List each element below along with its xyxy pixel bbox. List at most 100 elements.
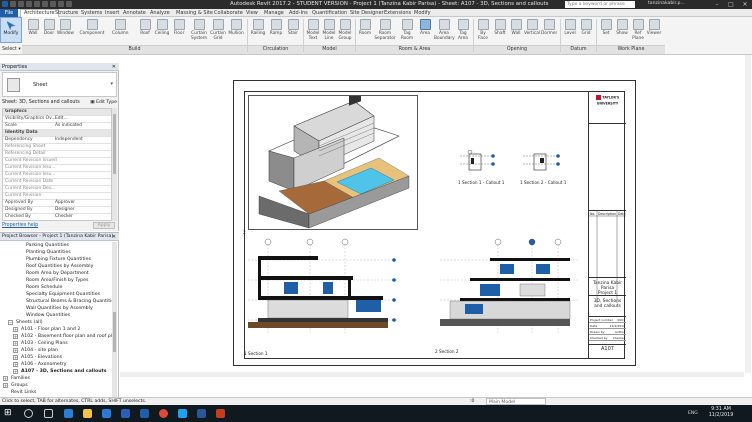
save-icon[interactable] [18, 1, 24, 7]
minimize-icon[interactable]: – [710, 0, 724, 9]
browser-item[interactable]: + A105 - Elevations [0, 354, 112, 361]
browser-item[interactable]: − Sheets (all) [0, 319, 112, 326]
property-row[interactable]: Current Revision Issu... [3, 165, 111, 172]
model-selector[interactable]: Main Model [486, 398, 546, 405]
tab-annotate[interactable]: Annotate [123, 10, 146, 16]
user-account[interactable]: tanzinakabir.p... [648, 1, 685, 6]
browser-item[interactable]: + A107 - 3D, Sections and callouts [0, 368, 112, 375]
browser-item[interactable]: Structural Beams & Bracing Quantities [0, 298, 112, 305]
expand-icon[interactable]: + [13, 362, 18, 367]
ramp-button[interactable]: Ramp [268, 19, 284, 36]
powerpoint-icon[interactable] [216, 409, 225, 418]
property-row[interactable]: Checked By Checker [3, 214, 111, 220]
door-button[interactable]: Door [41, 19, 57, 36]
browser-item[interactable]: + A104 - site plan [0, 347, 112, 354]
room-separator-button[interactable]: Room Separator [374, 19, 396, 41]
collapse-icon[interactable]: − [8, 320, 13, 325]
close-icon[interactable]: ✕ [112, 233, 116, 241]
property-value[interactable]: Designer [55, 207, 75, 213]
edit-type-button[interactable]: ▣ Edit Type [90, 99, 117, 107]
type-selector[interactable]: Sheet ▾ [2, 72, 117, 97]
3d-view-icon[interactable] [66, 1, 72, 7]
model-group-button[interactable]: Model Group [337, 19, 353, 41]
close-icon[interactable]: ✕ [112, 63, 116, 71]
property-value[interactable]: Checker [55, 214, 73, 220]
property-row[interactable]: Current Revision [3, 193, 111, 200]
browser-item[interactable]: + Families [0, 375, 112, 382]
properties-scrollbar[interactable] [112, 108, 117, 221]
property-row[interactable]: Scale As indicated [3, 123, 111, 130]
quick-access-toolbar[interactable] [2, 1, 82, 8]
browser-item[interactable]: + A103 - Ceiling Plans [0, 340, 112, 347]
level-button[interactable]: Level [562, 19, 578, 36]
property-value[interactable]: As indicated [55, 123, 82, 129]
file-explorer-icon[interactable] [83, 409, 92, 418]
tab-massing-site[interactable]: Massing & Site [176, 10, 213, 16]
show-button[interactable]: Show [614, 19, 630, 36]
browser-item[interactable]: Planting Quantities [0, 249, 112, 256]
store-icon[interactable] [102, 409, 111, 418]
file-menu-button[interactable]: File [0, 9, 18, 17]
clock[interactable]: 9:31 AM 11/2/2019 [705, 407, 737, 419]
expand-icon[interactable]: + [13, 327, 18, 332]
window-button[interactable]: Window [57, 19, 74, 36]
browser-item[interactable]: + A102 - Basement floor plan and roof pla… [0, 333, 112, 340]
edge-icon[interactable] [64, 409, 73, 418]
word-icon[interactable] [197, 409, 206, 418]
windows-start-icon[interactable]: ⊞ [4, 409, 13, 418]
print-icon[interactable] [42, 1, 48, 7]
tab-insert[interactable]: Insert [105, 10, 119, 16]
search-input[interactable]: Type a keyword or phrase [565, 1, 635, 8]
expand-icon[interactable]: + [3, 376, 8, 381]
tab-quantification[interactable]: Quantification [312, 10, 347, 16]
tab-modify[interactable]: Modify [414, 10, 431, 16]
browser-item[interactable]: Room Area/Finish by Types [0, 277, 112, 284]
viewer-button[interactable]: Viewer [646, 19, 662, 36]
property-value[interactable]: Approver [55, 200, 75, 206]
measure-icon[interactable] [50, 1, 56, 7]
tag-area-button[interactable]: Tag Area [455, 19, 471, 41]
tab-extensions[interactable]: Extensions [384, 10, 411, 16]
browser-item[interactable]: Roof Quantities by Assembly [0, 263, 112, 270]
curtain-system-button[interactable]: Curtain System [189, 19, 209, 41]
tab-manage[interactable]: Manage [264, 10, 284, 16]
model-text-button[interactable]: Model Text [305, 19, 321, 41]
mullion-button[interactable]: Mullion [228, 19, 244, 36]
property-value[interactable]: Edit... [55, 116, 68, 122]
browser-item[interactable]: Plumbing Fixture Quantities [0, 256, 112, 263]
expand-icon[interactable]: + [3, 383, 8, 388]
shaft-button[interactable]: Shaft [492, 19, 508, 36]
browser-item[interactable]: Specialty Equipment Quantities [0, 291, 112, 298]
revit-logo-icon[interactable] [2, 1, 8, 7]
expand-icon[interactable]: + [13, 334, 18, 339]
tag-room-button[interactable]: Tag Room [399, 19, 415, 41]
modify-button[interactable]: Modify [0, 17, 22, 43]
browser-scrollbar[interactable] [112, 242, 117, 397]
browser-item[interactable]: Room Area by Department [0, 270, 112, 277]
railing-button[interactable]: Railing [250, 19, 266, 36]
browser-item[interactable]: Window Quantities [0, 312, 112, 319]
viewport-3d[interactable] [248, 91, 418, 230]
revit-icon[interactable] [140, 409, 149, 418]
floor-button[interactable]: Floor [171, 19, 187, 36]
property-row[interactable]: Current Revision Des... [3, 186, 111, 193]
roof-button[interactable]: Roof [137, 19, 153, 36]
tab-site-designer[interactable]: Site Designer [350, 10, 384, 16]
property-row[interactable]: Current Revision Issu... [3, 172, 111, 179]
property-row[interactable]: Current Revision Date [3, 179, 111, 186]
property-row[interactable]: Referencing Detail [3, 151, 111, 158]
expand-icon[interactable]: + [13, 348, 18, 353]
wall-button[interactable]: Wall [25, 19, 41, 36]
browser-item[interactable]: Room Schedule [0, 284, 112, 291]
property-row[interactable]: Referencing Sheet [3, 144, 111, 151]
expand-icon[interactable]: + [13, 369, 18, 374]
vertical-button[interactable]: Vertical [524, 19, 540, 36]
callout-2-viewport[interactable] [520, 150, 565, 178]
property-row[interactable]: Current Revision Issued [3, 158, 111, 165]
browser-item[interactable]: + A106 - Axonometry [0, 361, 112, 368]
browser-item[interactable]: Wall Quantities by Assembly [0, 305, 112, 312]
area-button[interactable]: Area [417, 19, 433, 36]
language-indicator[interactable]: ENG [688, 411, 698, 416]
ref-plane-button[interactable]: Ref Plane [630, 19, 646, 41]
app-icon[interactable] [178, 409, 187, 418]
